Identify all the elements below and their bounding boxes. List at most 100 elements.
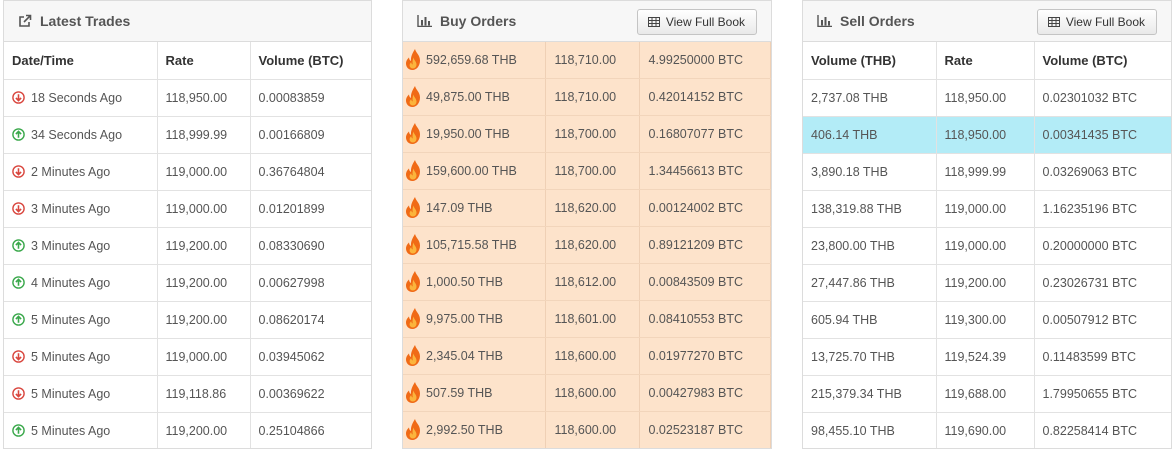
buy-amount: 9,975.00 THB <box>426 311 503 326</box>
trade-rate: 119,000.00 <box>157 190 251 228</box>
sell-order-row[interactable]: 13,725.70 THB 119,524.39 0.11483599 BTC <box>803 338 1171 376</box>
trade-time: 5 Minutes Ago <box>31 312 111 327</box>
trade-time-cell: 5 Minutes Ago <box>4 301 158 339</box>
sell-amount: 27,447.86 THB <box>803 264 937 302</box>
fire-icon <box>406 344 420 366</box>
column-header-volume-btc: Volume (BTC) <box>1034 42 1171 80</box>
buy-rate: 118,601.00 <box>545 300 640 338</box>
fire-icon <box>406 233 420 255</box>
buy-orders-title-text: Buy Orders <box>440 13 517 29</box>
buy-volume: 1.34456613 BTC <box>639 152 771 190</box>
sell-amount: 2,737.08 THB <box>803 79 937 117</box>
buy-order-row[interactable]: 1,000.50 THB 118,612.00 0.00843509 BTC <box>403 263 771 301</box>
trade-volume: 0.00369622 <box>250 375 371 413</box>
sell-order-row[interactable]: 27,447.86 THB 119,200.00 0.23026731 BTC <box>803 264 1171 302</box>
trade-time: 2 Minutes Ago <box>31 164 111 179</box>
buy-amount: 49,875.00 THB <box>426 89 510 104</box>
sell-order-row[interactable]: 3,890.18 THB 118,999.99 0.03269063 BTC <box>803 153 1171 191</box>
buy-order-row[interactable]: 49,875.00 THB 118,710.00 0.42014152 BTC <box>403 78 771 116</box>
column-header-datetime: Date/Time <box>4 42 158 80</box>
sell-rate: 119,000.00 <box>936 227 1035 265</box>
sell-amount: 605.94 THB <box>803 301 937 339</box>
buy-amount-cell: 592,659.68 THB <box>403 42 546 79</box>
buy-view-full-book-button[interactable]: View Full Book <box>636 9 757 35</box>
buy-rate: 118,700.00 <box>545 115 640 153</box>
buy-volume: 0.02523187 BTC <box>639 411 771 448</box>
buy-order-row[interactable]: 19,950.00 THB 118,700.00 0.16807077 BTC <box>403 115 771 153</box>
sell-view-full-book-button[interactable]: View Full Book <box>1036 9 1157 35</box>
trade-row: 3 Minutes Ago 119,000.00 0.01201899 <box>4 190 371 228</box>
buy-rate: 118,620.00 <box>545 226 640 264</box>
sell-amount: 98,455.10 THB <box>803 412 937 448</box>
trade-time-cell: 5 Minutes Ago <box>4 375 158 413</box>
sell-amount: 406.14 THB <box>803 116 937 154</box>
buy-amount-cell: 147.09 THB <box>403 189 546 227</box>
buy-order-row[interactable]: 592,659.68 THB 118,710.00 4.99250000 BTC <box>403 42 771 79</box>
sell-order-row[interactable]: 138,319.88 THB 119,000.00 1.16235196 BTC <box>803 190 1171 228</box>
sell-rate: 119,524.39 <box>936 338 1035 376</box>
trade-time-cell: 3 Minutes Ago <box>4 227 158 265</box>
buy-order-row[interactable]: 147.09 THB 118,620.00 0.00124002 BTC <box>403 189 771 227</box>
trade-rate: 119,200.00 <box>157 264 251 302</box>
buy-amount-cell: 9,975.00 THB <box>403 300 546 338</box>
trade-volume: 0.03945062 <box>250 338 371 376</box>
sell-order-row[interactable]: 2,737.08 THB 118,950.00 0.02301032 BTC <box>803 79 1171 117</box>
latest-trades-title-text: Latest Trades <box>40 13 131 29</box>
external-link-icon <box>19 14 32 27</box>
trade-time: 18 Seconds Ago <box>31 90 123 105</box>
sell-amount: 3,890.18 THB <box>803 153 937 191</box>
arrow-up-icon <box>12 424 25 437</box>
buy-amount: 19,950.00 THB <box>426 126 510 141</box>
buy-volume: 0.89121209 BTC <box>639 226 771 264</box>
buy-rate: 118,700.00 <box>545 152 640 190</box>
trade-row: 5 Minutes Ago 119,118.86 0.00369622 <box>4 375 371 413</box>
buy-volume: 0.08410553 BTC <box>639 300 771 338</box>
trade-row: 2 Minutes Ago 119,000.00 0.36764804 <box>4 153 371 191</box>
buy-amount: 105,715.58 THB <box>426 237 517 252</box>
buy-rate: 118,600.00 <box>545 411 640 448</box>
buy-order-row[interactable]: 105,715.58 THB 118,620.00 0.89121209 BTC <box>403 226 771 264</box>
trade-row: 5 Minutes Ago 119,200.00 0.08620174 <box>4 301 371 339</box>
trade-time: 3 Minutes Ago <box>31 201 111 216</box>
sell-volume: 0.20000000 BTC <box>1034 227 1171 265</box>
sell-rate: 119,688.00 <box>936 375 1035 413</box>
sell-orders-title-text: Sell Orders <box>840 13 915 29</box>
sell-volume: 0.23026731 BTC <box>1034 264 1171 302</box>
buy-rate: 118,710.00 <box>545 78 640 116</box>
sell-order-row[interactable]: 98,455.10 THB 119,690.00 0.82258414 BTC <box>803 412 1171 448</box>
buy-amount-cell: 2,345.04 THB <box>403 337 546 375</box>
table-icon <box>1047 17 1060 27</box>
sell-volume: 0.11483599 BTC <box>1034 338 1171 376</box>
fire-icon <box>406 48 420 70</box>
trade-volume: 0.08330690 <box>250 227 371 265</box>
buy-orders-title: Buy Orders <box>417 13 516 29</box>
sell-order-row[interactable]: 23,800.00 THB 119,000.00 0.20000000 BTC <box>803 227 1171 265</box>
sell-orders-header: Sell Orders View Full Book <box>803 1 1171 42</box>
sell-amount: 215,379.34 THB <box>803 375 937 413</box>
trade-volume: 0.00627998 <box>250 264 371 302</box>
trade-time: 5 Minutes Ago <box>31 386 111 401</box>
buy-order-row[interactable]: 2,345.04 THB 118,600.00 0.01977270 BTC <box>403 337 771 375</box>
buy-volume: 0.42014152 BTC <box>639 78 771 116</box>
trade-time-cell: 5 Minutes Ago <box>4 412 158 448</box>
buy-order-row[interactable]: 2,992.50 THB 118,600.00 0.02523187 BTC <box>403 411 771 448</box>
buy-amount: 507.59 THB <box>426 385 493 400</box>
table-header-row: Volume (THB) Rate Volume (BTC) <box>803 42 1171 80</box>
buy-volume: 0.16807077 BTC <box>639 115 771 153</box>
buy-amount: 2,345.04 THB <box>426 348 503 363</box>
trade-volume: 0.01201899 <box>250 190 371 228</box>
sell-volume: 0.00341435 BTC <box>1034 116 1171 154</box>
buy-order-row[interactable]: 9,975.00 THB 118,601.00 0.08410553 BTC <box>403 300 771 338</box>
sell-order-row[interactable]: 215,379.34 THB 119,688.00 1.79950655 BTC <box>803 375 1171 413</box>
trade-volume: 0.08620174 <box>250 301 371 339</box>
sell-order-row[interactable]: 406.14 THB 118,950.00 0.00341435 BTC <box>803 116 1171 154</box>
trade-time-cell: 5 Minutes Ago <box>4 338 158 376</box>
buy-order-row[interactable]: 507.59 THB 118,600.00 0.00427983 BTC <box>403 374 771 412</box>
buy-rate: 118,710.00 <box>545 42 640 79</box>
sell-rate: 119,300.00 <box>936 301 1035 339</box>
fire-icon <box>406 270 420 292</box>
buy-order-row[interactable]: 159,600.00 THB 118,700.00 1.34456613 BTC <box>403 152 771 190</box>
buy-volume: 4.99250000 BTC <box>639 42 771 79</box>
sell-order-row[interactable]: 605.94 THB 119,300.00 0.00507912 BTC <box>803 301 1171 339</box>
sell-rate: 118,950.00 <box>936 79 1035 117</box>
